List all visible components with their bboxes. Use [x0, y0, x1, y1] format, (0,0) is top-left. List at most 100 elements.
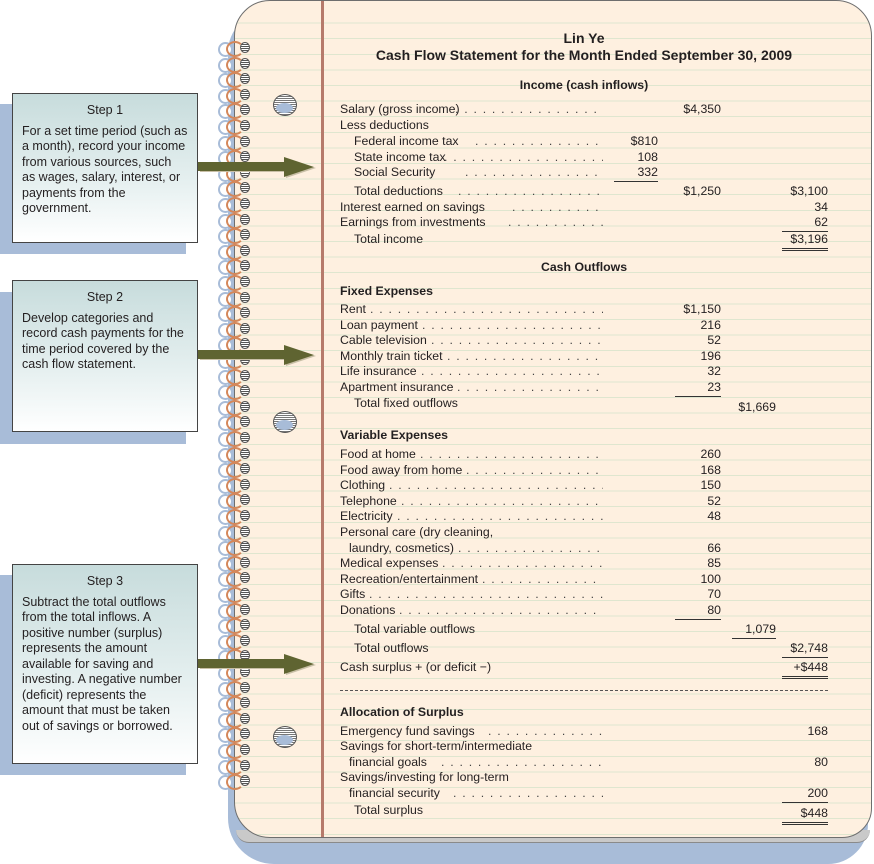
section-label: Fixed Expenses: [340, 284, 433, 298]
row-label: Apartment insurance: [340, 380, 454, 394]
row-total-deductions: Total deductions . . . . . . . . . . . . …: [340, 184, 828, 200]
expense-row: Recreation/entertainment . . . . . . . .…: [340, 572, 828, 588]
row-value: 80: [675, 603, 721, 620]
spiral-coil-icon: [218, 524, 258, 541]
leader-dots: . . . . . . . . . . . . . . . . . . . . …: [431, 333, 603, 348]
spiral-coil-icon: [218, 633, 258, 650]
spiral-coil-icon: [218, 773, 258, 791]
row-total-fixed: Total fixed outflows $1,669: [340, 396, 828, 414]
leader-dots: . . . . . . . . . . . . . . . . . . . . …: [466, 462, 603, 477]
row-short-term-savings-cont: financial goals . . . . . . . . . . . . .…: [340, 755, 828, 771]
row-value: 196: [700, 348, 721, 363]
row-total-variable: Total variable outflows 1,079: [340, 622, 828, 639]
spiral-coil-icon: [218, 430, 258, 447]
row-value: $4,350: [683, 102, 721, 116]
leader-dots: . . . . . . . . . . . . . . . . . .: [458, 184, 603, 198]
row-value: 200: [782, 786, 828, 803]
leader-dots: . . . . . . . . . . . . . . . . . . . . …: [389, 478, 603, 493]
leader-dots: . . . . . . . . . . . . . . . . . . . . …: [401, 493, 603, 508]
leader-dots: . . . . . . . . . . . . . . . . . . . . …: [447, 348, 603, 363]
arrow-right-icon: [198, 345, 316, 366]
spiral-coil-icon: [218, 134, 258, 151]
leader-dots: . . . . . . . . . . . . . . . . . . . . …: [458, 540, 603, 555]
leader-dots: . . . . . . . . . . . . .: [508, 215, 603, 229]
leader-dots: . . . . . . . . . . . . . . . . . . . .: [444, 150, 603, 164]
row-label: Recreation/entertainment: [340, 571, 479, 586]
row-label: Food away from home: [340, 462, 463, 477]
spiral-coil-icon: [218, 680, 258, 697]
spiral-coil-icon: [218, 56, 258, 73]
row-value: 332: [614, 165, 658, 182]
step-2-text: Develop categories and record cash payme…: [22, 310, 184, 372]
spiral-coil-icon: [218, 461, 258, 479]
row-label: State income tax: [354, 150, 446, 164]
spiral-coil-icon: [218, 243, 258, 260]
row-less-deductions: Less deductions: [340, 118, 828, 134]
expense-row: laundry, cosmetics) . . . . . . . . . . …: [340, 541, 828, 557]
leader-dots: . . . . . . . . . . . . . . . . . . . . …: [370, 302, 603, 316]
spiral-coil-icon: [218, 617, 258, 635]
leader-dots: . . . . . . . . . . . . . . . . . . . . …: [441, 755, 603, 769]
section-label: Allocation of Surplus: [340, 705, 464, 719]
row-label: Loan payment: [340, 317, 418, 332]
step-2-box: Step 2 Develop categories and record cas…: [12, 280, 198, 432]
row-value: 52: [707, 333, 721, 348]
spiral-coil-icon: [218, 180, 258, 198]
expense-row: Medical expenses . . . . . . . . . . . .…: [340, 556, 828, 572]
expense-row: Electricity . . . . . . . . . . . . . . …: [340, 509, 828, 525]
row-label: Gifts: [340, 587, 366, 602]
margin-line: [321, 1, 324, 837]
spiral-coil-icon: [218, 555, 258, 572]
step-3-box: Step 3 Subtract the total outflows from …: [12, 564, 198, 764]
step-3-text: Subtract the total outflows from the tot…: [22, 594, 182, 733]
row-label: Life insurance: [340, 364, 417, 379]
leader-dots: . . . . . . . . . . . . . . . . . . . . …: [397, 509, 603, 524]
spiral-binding: [218, 40, 258, 791]
spiral-coil-icon: [218, 368, 258, 385]
spiral-coil-icon: [218, 695, 258, 713]
row-investments: Earnings from investments . . . . . . . .…: [340, 215, 828, 232]
expense-row: Gifts . . . . . . . . . . . . . . . . . …: [340, 587, 828, 603]
row-value: $1,250: [683, 184, 721, 198]
row-value: 168: [807, 724, 828, 738]
section-label: Variable Expenses: [340, 428, 449, 442]
row-value: 80: [814, 755, 828, 769]
expense-row: Loan payment . . . . . . . . . . . . . .…: [340, 318, 828, 334]
row-federal-tax: Federal income tax . . . . . . . . . . . …: [340, 134, 828, 150]
leader-dots: . . . . . . . . . . . . . . . .: [475, 134, 603, 148]
row-label: laundry, cosmetics): [349, 540, 455, 555]
expense-row: Clothing . . . . . . . . . . . . . . . .…: [340, 478, 828, 494]
net-income-value: $3,100: [790, 184, 828, 198]
row-label: Social Security: [354, 165, 436, 179]
arrow-right-icon: [198, 157, 316, 178]
row-value: $810: [630, 134, 658, 148]
expense-row: Monthly train ticket . . . . . . . . . .…: [340, 349, 828, 365]
leader-dots: . . . . . . . . . . . . . . . . . .: [455, 102, 603, 116]
row-label: Total deductions: [354, 184, 443, 198]
row-value: 48: [707, 509, 721, 524]
arrow-right-icon: [198, 654, 316, 675]
row-label: Interest earned on savings: [340, 200, 485, 214]
row-value: 216: [700, 317, 721, 332]
spiral-coil-icon: [218, 508, 258, 525]
row-value: 260: [700, 447, 721, 461]
row-value: 100: [700, 571, 721, 586]
row-value: 52: [707, 493, 721, 508]
spiral-coil-icon: [218, 446, 258, 463]
spiral-coil-icon: [218, 742, 258, 759]
spiral-coil-icon: [218, 477, 258, 494]
row-value: 150: [700, 478, 721, 493]
leader-dots: . . . . . . . . . . . . . . . . . . . . …: [457, 380, 603, 394]
spiral-coil-icon: [218, 212, 258, 229]
leader-dots: . . . . . . . . . . . . . . . . . . . . …: [422, 317, 603, 332]
row-value: $3,196: [782, 232, 828, 251]
row-label: Electricity: [340, 509, 393, 524]
expense-row: Apartment insurance . . . . . . . . . . …: [340, 380, 828, 397]
spiral-coil-icon: [218, 586, 258, 603]
statement-title: Cash Flow Statement for the Month Ended …: [375, 47, 793, 63]
variable-expenses-heading: Variable Expenses: [340, 428, 828, 444]
leader-dots: . . . . . . . . . . . . . . .: [488, 724, 603, 738]
row-value: 62: [782, 215, 828, 232]
row-value: 32: [707, 364, 721, 379]
leader-dots: . . . . . . . . . . . . . . . . . . . . …: [421, 364, 603, 379]
